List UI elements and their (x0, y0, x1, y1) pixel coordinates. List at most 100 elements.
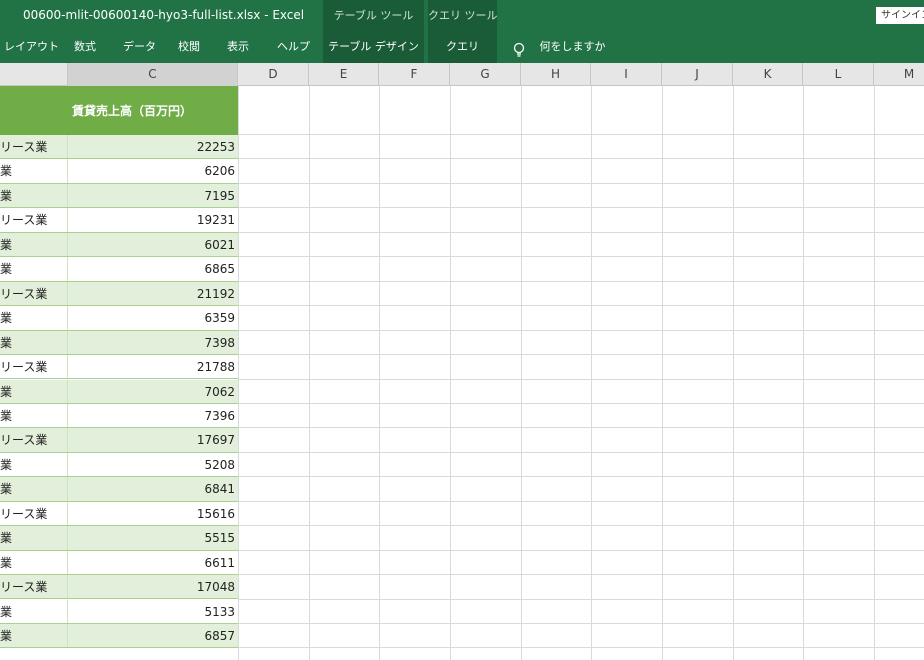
column-headers: C D E F G H I J K L M (0, 63, 924, 86)
table-row[interactable]: 業 6206 (0, 159, 238, 184)
table-row[interactable]: リース業 17697 (0, 428, 238, 453)
table-row[interactable]: 業 7398 (0, 330, 238, 355)
table-row[interactable]: 業 5515 (0, 526, 238, 551)
industry-cell[interactable]: 業 (0, 452, 68, 477)
sales-value-cell[interactable]: 7396 (68, 404, 238, 427)
gridline (238, 158, 924, 160)
sales-value-cell[interactable]: 6857 (68, 624, 238, 647)
table-row[interactable]: リース業 17048 (0, 575, 238, 600)
gridline (238, 182, 924, 184)
column-header-d[interactable]: D (238, 63, 309, 86)
sales-value-cell[interactable]: 7398 (68, 331, 238, 354)
table-row[interactable]: 業 7396 (0, 403, 238, 429)
tab-formulas[interactable]: 数式 (74, 31, 96, 63)
industry-cell[interactable]: 業 (0, 379, 68, 403)
tell-me-box[interactable]: 何をしますか (512, 31, 606, 63)
table-row[interactable]: 業 5208 (0, 452, 238, 478)
table-row[interactable]: 業 7195 (0, 183, 238, 209)
tab-data[interactable]: データ (123, 31, 156, 63)
sales-value-cell[interactable]: 6841 (68, 477, 238, 500)
sign-in-button[interactable]: サインイン (876, 7, 924, 24)
table-row[interactable]: 業 5133 (0, 599, 238, 624)
industry-cell[interactable]: リース業 (0, 281, 68, 306)
table-row[interactable]: リース業 21192 (0, 281, 238, 307)
industry-cell[interactable]: リース業 (0, 208, 68, 232)
gridline (238, 231, 924, 233)
table-row[interactable]: 業 6865 (0, 257, 238, 282)
tab-table-design[interactable]: テーブル デザイン (323, 31, 424, 63)
worksheet-grid[interactable]: C D E F G H I J K L M 賃貸売上高（百万円） リース業 222… (0, 63, 924, 660)
sales-value-cell[interactable]: 6611 (68, 551, 238, 574)
tab-query[interactable]: クエリ (428, 31, 497, 63)
table-row[interactable]: 業 6021 (0, 232, 238, 258)
table-row[interactable]: 業 6359 (0, 306, 238, 331)
column-header-l[interactable]: L (803, 63, 874, 86)
industry-cell[interactable]: 業 (0, 257, 68, 281)
industry-cell[interactable]: リース業 (0, 575, 68, 599)
sales-value-cell[interactable]: 15616 (68, 502, 238, 525)
tab-page-layout[interactable]: レイアウト (4, 31, 59, 63)
table-row[interactable]: リース業 19231 (0, 208, 238, 233)
sales-value-cell[interactable]: 7062 (68, 380, 238, 403)
table-row[interactable]: リース業 22253 (0, 135, 238, 160)
sales-value-cell[interactable]: 21192 (68, 282, 238, 305)
gridline (238, 354, 924, 356)
table-row[interactable]: 業 7062 (0, 379, 238, 404)
column-header-c[interactable]: C (68, 63, 238, 86)
table-row[interactable]: 業 6841 (0, 477, 238, 502)
industry-cell[interactable]: 業 (0, 306, 68, 330)
industry-cell[interactable]: 業 (0, 550, 68, 575)
sales-value-cell[interactable]: 6359 (68, 306, 238, 329)
industry-cell[interactable]: 業 (0, 599, 68, 623)
tab-review[interactable]: 校閲 (178, 31, 200, 63)
industry-cell[interactable]: 業 (0, 477, 68, 501)
tab-help[interactable]: ヘルプ (277, 31, 310, 63)
column-header-g[interactable]: G (450, 63, 521, 86)
column-header-f[interactable]: F (379, 63, 450, 86)
industry-cell[interactable]: 業 (0, 330, 68, 354)
sales-value-cell[interactable]: 21788 (68, 355, 238, 378)
sales-value-cell[interactable]: 6865 (68, 257, 238, 280)
sales-value-cell[interactable]: 5133 (68, 600, 238, 623)
ribbon-tabs: レイアウト 数式 データ 校閲 表示 ヘルプ テーブル デザイン クエリ 何をし… (0, 31, 924, 63)
column-header-e[interactable]: E (309, 63, 379, 86)
sales-value-cell[interactable]: 6021 (68, 233, 238, 256)
gridline (238, 500, 924, 502)
table-row[interactable]: リース業 15616 (0, 501, 238, 527)
tab-view[interactable]: 表示 (227, 31, 249, 63)
industry-cell[interactable]: リース業 (0, 135, 68, 159)
sales-value-cell[interactable]: 5515 (68, 526, 238, 549)
sales-value-cell[interactable]: 17697 (68, 428, 238, 451)
industry-cell[interactable]: 業 (0, 403, 68, 428)
table-row[interactable]: リース業 21788 (0, 355, 238, 380)
table-row[interactable]: 業 6611 (0, 550, 238, 576)
gridline (238, 329, 924, 331)
sales-value-cell[interactable]: 7195 (68, 184, 238, 207)
table-header-row[interactable]: 賃貸売上高（百万円） (0, 86, 238, 135)
industry-cell[interactable]: 業 (0, 624, 68, 648)
gridline (238, 305, 924, 307)
column-header-m[interactable]: M (874, 63, 924, 86)
table-row[interactable]: 業 6857 (0, 624, 238, 649)
sales-value-cell[interactable]: 19231 (68, 208, 238, 231)
table-tools-header: テーブル ツール (323, 0, 424, 31)
industry-cell[interactable]: リース業 (0, 501, 68, 526)
gridline (238, 623, 924, 624)
sales-value-cell[interactable]: 22253 (68, 135, 238, 158)
column-header-j[interactable]: J (662, 63, 733, 86)
industry-cell[interactable]: リース業 (0, 355, 68, 379)
sales-value-cell[interactable]: 17048 (68, 575, 238, 598)
column-header-b[interactable] (0, 63, 68, 86)
industry-cell[interactable]: 業 (0, 183, 68, 208)
sales-value-cell[interactable]: 6206 (68, 159, 238, 182)
sales-value-cell[interactable]: 5208 (68, 453, 238, 476)
industry-cell[interactable]: 業 (0, 232, 68, 257)
column-header-k[interactable]: K (733, 63, 803, 86)
industry-cell[interactable]: リース業 (0, 428, 68, 452)
tell-me-label: 何をしますか (539, 40, 606, 53)
industry-cell[interactable]: 業 (0, 159, 68, 183)
gridline (238, 207, 924, 209)
column-header-i[interactable]: I (591, 63, 662, 86)
industry-cell[interactable]: 業 (0, 526, 68, 550)
column-header-h[interactable]: H (521, 63, 591, 86)
